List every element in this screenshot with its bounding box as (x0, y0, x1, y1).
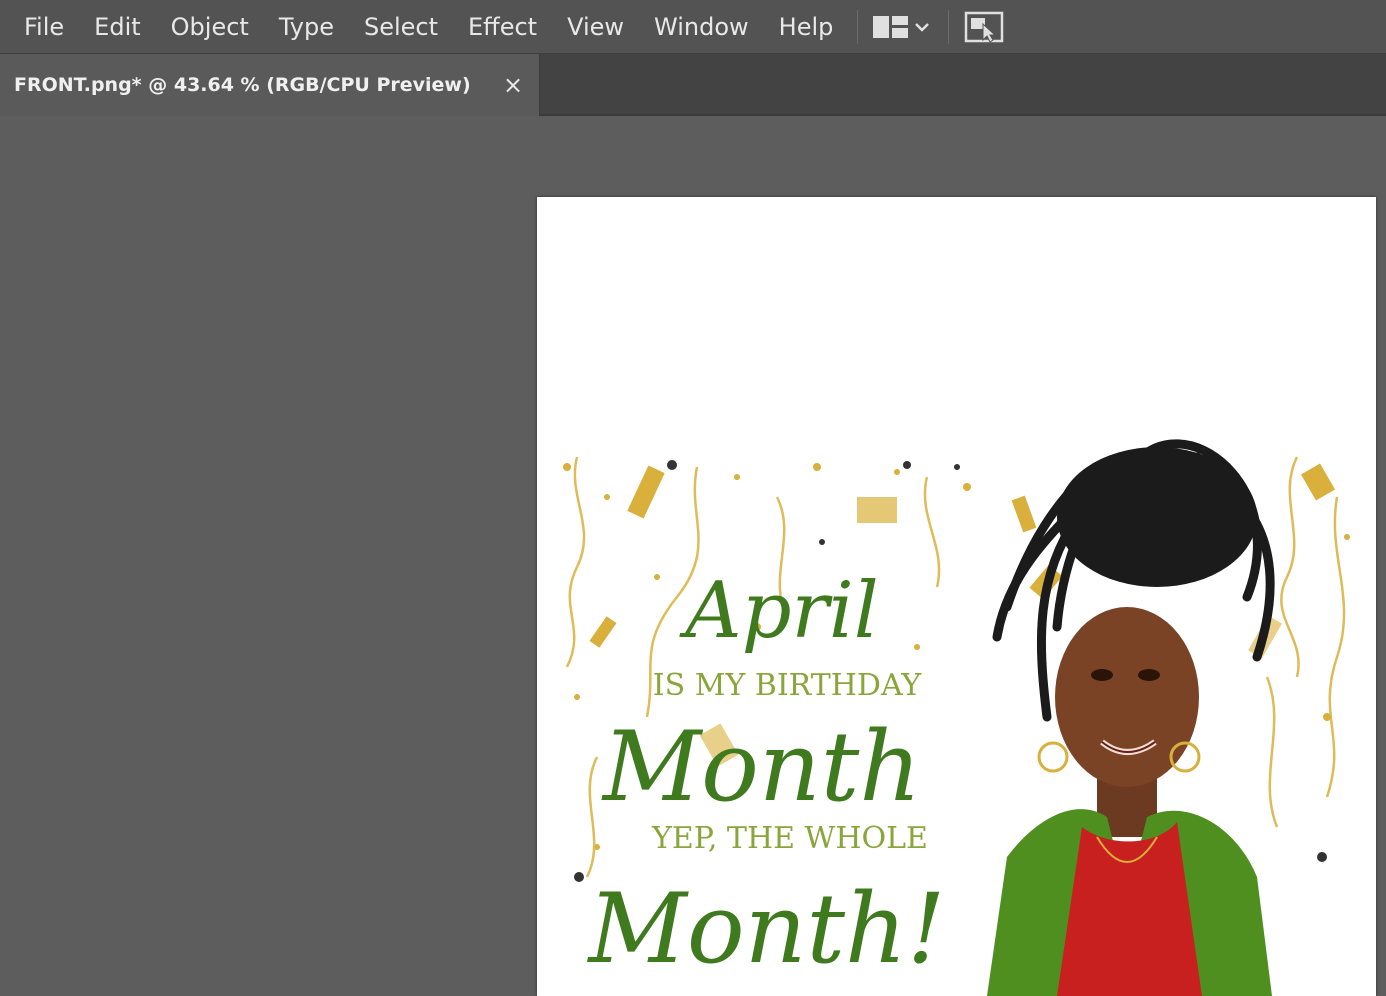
artboard[interactable]: April IS MY BIRTHDAY Month YEP, THE WHOL… (537, 197, 1376, 996)
document-tab-bar: FRONT.png* @ 43.64 % (RGB/CPU Preview) × (0, 54, 1386, 116)
menu-view[interactable]: View (551, 0, 638, 54)
artwork-text-april: April (679, 566, 878, 656)
menu-bar: File Edit Object Type Select Effect View… (0, 0, 1386, 54)
artwork-image[interactable]: April IS MY BIRTHDAY Month YEP, THE WHOL… (537, 197, 1376, 996)
document-tab-title: FRONT.png* @ 43.64 % (RGB/CPU Preview) (14, 74, 471, 96)
menu-object[interactable]: Object (155, 0, 263, 54)
menu-separator (857, 9, 859, 44)
arrange-documents-icon (965, 11, 1004, 43)
menu-edit[interactable]: Edit (78, 0, 154, 54)
menu-effect[interactable]: Effect (452, 0, 551, 54)
menu-help[interactable]: Help (763, 0, 848, 54)
chevron-down-icon (915, 22, 930, 32)
arrange-documents-button[interactable] (963, 7, 1005, 47)
menu-window[interactable]: Window (638, 0, 763, 54)
artwork-text-birthday: IS MY BIRTHDAY (653, 668, 923, 703)
menu-separator (948, 9, 950, 44)
artwork-text-month-exclaim: Month! (587, 873, 946, 985)
workspace-switcher-button[interactable] (872, 7, 934, 47)
workspace-layout-icon (873, 15, 909, 38)
menu-file[interactable]: File (0, 0, 78, 54)
canvas-area[interactable]: April IS MY BIRTHDAY Month YEP, THE WHOL… (0, 116, 1386, 996)
artwork-text-whole: YEP, THE WHOLE (651, 821, 928, 856)
artwork-text-month: Month (601, 711, 921, 823)
close-tab-icon[interactable]: × (491, 71, 535, 99)
menu-type[interactable]: Type (263, 0, 348, 54)
menu-select[interactable]: Select (348, 0, 452, 54)
document-tab[interactable]: FRONT.png* @ 43.64 % (RGB/CPU Preview) × (0, 54, 540, 116)
